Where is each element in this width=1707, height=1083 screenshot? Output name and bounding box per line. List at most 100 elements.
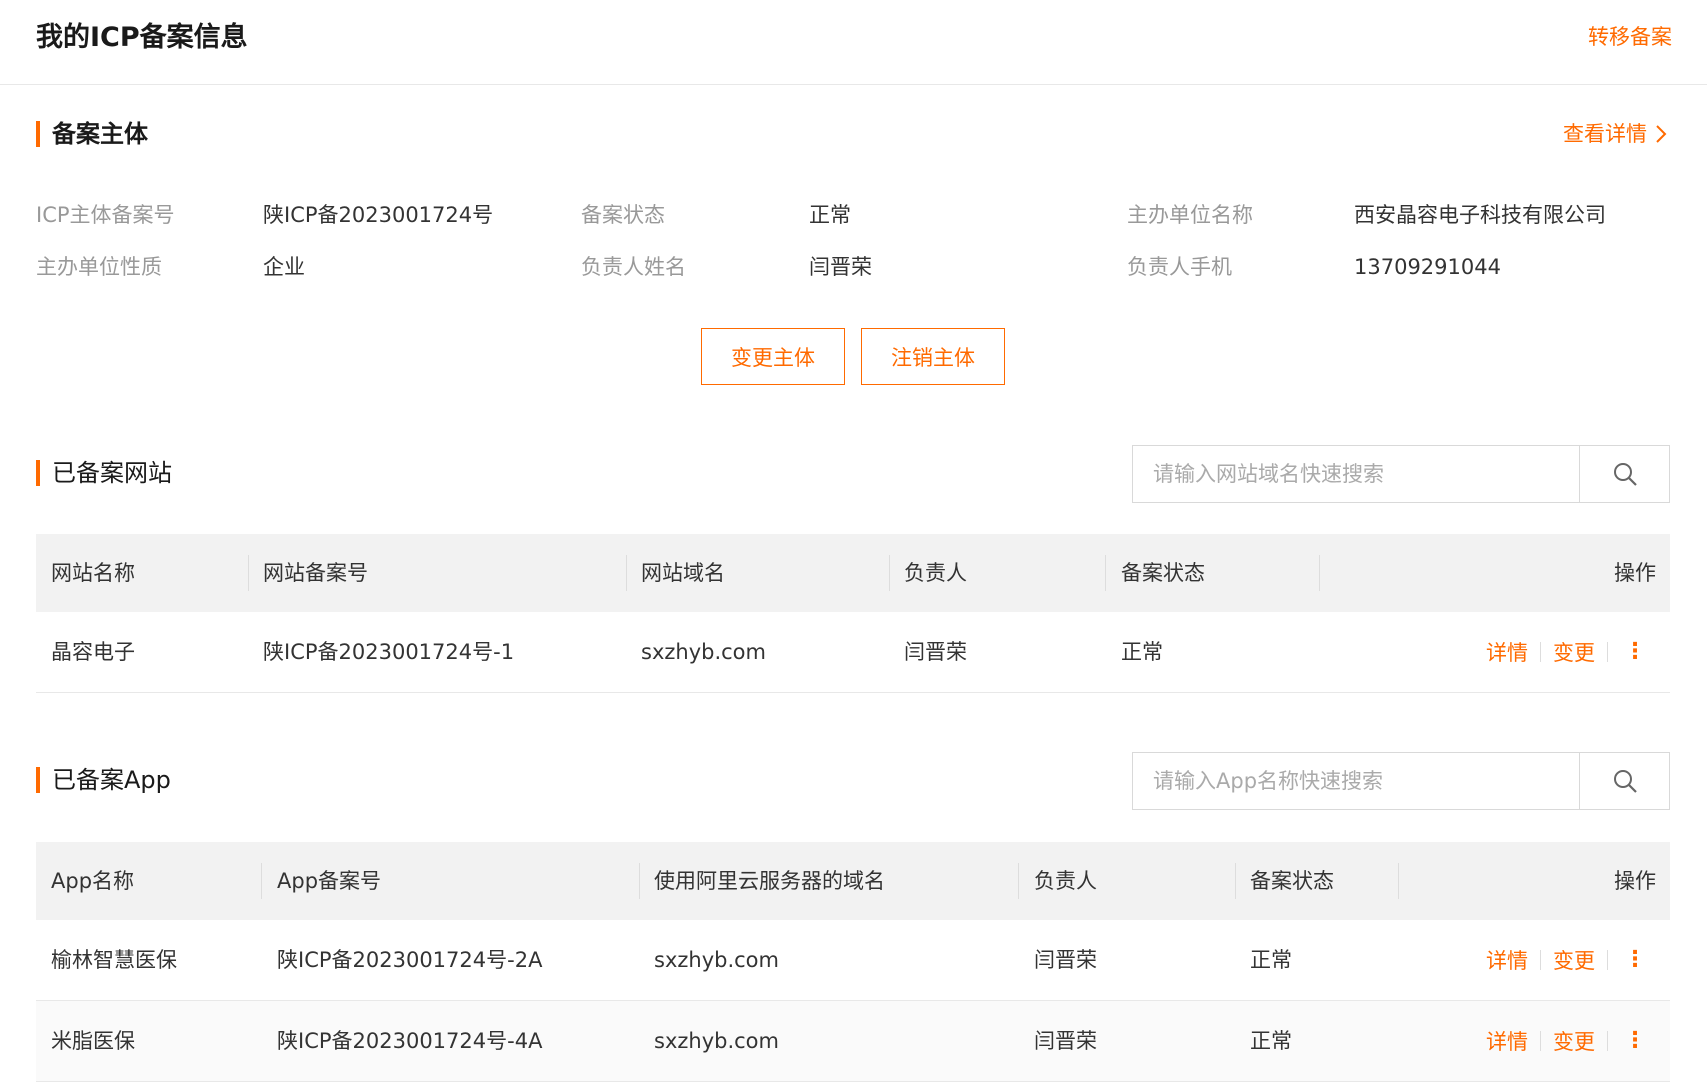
- change-link[interactable]: 变更: [1553, 1026, 1595, 1056]
- column-divider: [889, 555, 890, 591]
- view-details-label: 查看详情: [1563, 122, 1647, 146]
- column-header: 负责人: [1034, 869, 1097, 893]
- section-accent-bar: [36, 121, 40, 147]
- column-divider: [639, 863, 640, 899]
- website-status: 正常: [1121, 640, 1163, 664]
- search-icon: [1613, 463, 1637, 486]
- change-link[interactable]: 变更: [1553, 945, 1595, 975]
- websites-section-title: 已备案网站: [52, 459, 172, 487]
- organizer-type-value: 企业: [263, 255, 305, 279]
- action-divider: [1540, 950, 1541, 970]
- organizer-type-label: 主办单位性质: [36, 255, 162, 279]
- website-owner: 闫晋荣: [904, 640, 967, 664]
- app-domain: sxzhyb.com: [654, 1029, 779, 1053]
- column-header: 使用阿里云服务器的域名: [654, 869, 885, 893]
- column-header: 备案状态: [1121, 561, 1205, 585]
- app-domain: sxzhyb.com: [654, 948, 779, 972]
- app-status: 正常: [1250, 1029, 1292, 1053]
- action-divider: [1607, 1031, 1608, 1051]
- icp-entity-no-value: 陕ICP备2023001724号: [263, 203, 494, 227]
- column-header: App名称: [51, 869, 135, 893]
- column-header: 负责人: [904, 561, 967, 585]
- change-link[interactable]: 变更: [1553, 637, 1595, 667]
- app-record-no: 陕ICP备2023001724号-2A: [277, 948, 543, 972]
- detail-link[interactable]: 详情: [1486, 637, 1528, 667]
- owner-name-value: 闫晋荣: [809, 255, 872, 279]
- app-search-button[interactable]: [1579, 753, 1669, 809]
- more-vertical-icon[interactable]: ⋮: [1620, 1030, 1650, 1052]
- record-status-label: 备案状态: [581, 203, 665, 227]
- table-header: App名称 App备案号 使用阿里云服务器的域名 负责人 备案状态 操作: [36, 842, 1670, 920]
- detail-link[interactable]: 详情: [1486, 945, 1528, 975]
- change-entity-button[interactable]: 变更主体: [701, 328, 845, 385]
- page-title: 我的ICP备案信息: [36, 22, 248, 53]
- website-search-button[interactable]: [1579, 446, 1669, 502]
- organizer-name-value: 西安晶容电子科技有限公司: [1354, 203, 1606, 227]
- app-search-input[interactable]: [1133, 753, 1579, 809]
- transfer-record-link[interactable]: 转移备案: [1588, 22, 1672, 52]
- cancel-entity-button[interactable]: 注销主体: [861, 328, 1005, 385]
- action-divider: [1607, 642, 1608, 662]
- row-actions: 详情 变更 ⋮: [1486, 1001, 1650, 1081]
- column-divider: [1398, 863, 1399, 899]
- column-divider: [1105, 555, 1106, 591]
- app-owner: 闫晋荣: [1034, 948, 1097, 972]
- more-vertical-icon[interactable]: ⋮: [1620, 949, 1650, 971]
- icp-entity-no-label: ICP主体备案号: [36, 203, 175, 227]
- column-divider: [1235, 863, 1236, 899]
- entity-section-heading: 备案主体: [36, 119, 148, 149]
- column-divider: [1018, 863, 1019, 899]
- page-header: 我的ICP备案信息 转移备案: [0, 0, 1707, 85]
- website-search-input[interactable]: [1133, 446, 1579, 502]
- column-divider: [626, 555, 627, 591]
- websites-table: 网站名称 网站备案号 网站域名 负责人 备案状态 操作 晶容电子 陕ICP备20…: [36, 534, 1670, 693]
- apps-section-heading: 已备案App: [36, 765, 171, 795]
- apps-section-title: 已备案App: [52, 766, 171, 794]
- section-accent-bar: [36, 460, 40, 486]
- chevron-right-icon: [1656, 125, 1667, 143]
- action-divider: [1540, 1031, 1541, 1051]
- column-divider: [248, 555, 249, 591]
- icp-record-page: 我的ICP备案信息 转移备案 备案主体 查看详情 ICP主体备案号 陕ICP备2…: [0, 0, 1707, 1083]
- website-record-no: 陕ICP备2023001724号-1: [263, 640, 515, 664]
- column-header: 网站域名: [641, 561, 725, 585]
- owner-name-label: 负责人姓名: [581, 255, 686, 279]
- table-row: 晶容电子 陕ICP备2023001724号-1 sxzhyb.com 闫晋荣 正…: [36, 612, 1670, 693]
- table-header: 网站名称 网站备案号 网站域名 负责人 备案状态 操作: [36, 534, 1670, 612]
- column-header: 备案状态: [1250, 869, 1334, 893]
- app-owner: 闫晋荣: [1034, 1029, 1097, 1053]
- app-name: 米脂医保: [51, 1029, 135, 1053]
- owner-phone-label: 负责人手机: [1127, 255, 1232, 279]
- search-icon: [1613, 770, 1637, 793]
- website-domain: sxzhyb.com: [641, 640, 766, 664]
- website-search-box: [1132, 445, 1670, 503]
- apps-table: App名称 App备案号 使用阿里云服务器的域名 负责人 备案状态 操作 榆林智…: [36, 842, 1670, 1082]
- table-row: 米脂医保 陕ICP备2023001724号-4A sxzhyb.com 闫晋荣 …: [36, 1001, 1670, 1082]
- row-actions: 详情 变更 ⋮: [1486, 612, 1650, 692]
- detail-link[interactable]: 详情: [1486, 1026, 1528, 1056]
- app-search-box: [1132, 752, 1670, 810]
- website-name: 晶容电子: [51, 640, 135, 664]
- table-row: 榆林智慧医保 陕ICP备2023001724号-2A sxzhyb.com 闫晋…: [36, 920, 1670, 1001]
- view-details-link[interactable]: 查看详情: [1563, 119, 1667, 149]
- entity-section-title: 备案主体: [52, 120, 148, 148]
- row-actions: 详情 变更 ⋮: [1486, 920, 1650, 1000]
- section-accent-bar: [36, 767, 40, 793]
- column-divider: [261, 863, 262, 899]
- owner-phone-value: 13709291044: [1354, 255, 1501, 279]
- action-divider: [1540, 642, 1541, 662]
- app-status: 正常: [1250, 948, 1292, 972]
- more-vertical-icon[interactable]: ⋮: [1620, 641, 1650, 663]
- column-header: 网站名称: [51, 561, 135, 585]
- column-header: 网站备案号: [263, 561, 368, 585]
- action-divider: [1607, 950, 1608, 970]
- column-header: 操作: [1614, 561, 1656, 585]
- organizer-name-label: 主办单位名称: [1127, 203, 1253, 227]
- app-name: 榆林智慧医保: [51, 948, 177, 972]
- column-header: App备案号: [277, 869, 382, 893]
- websites-section-heading: 已备案网站: [36, 458, 172, 488]
- app-record-no: 陕ICP备2023001724号-4A: [277, 1029, 543, 1053]
- record-status-value: 正常: [809, 203, 851, 227]
- column-header: 操作: [1614, 869, 1656, 893]
- column-divider: [1319, 555, 1320, 591]
